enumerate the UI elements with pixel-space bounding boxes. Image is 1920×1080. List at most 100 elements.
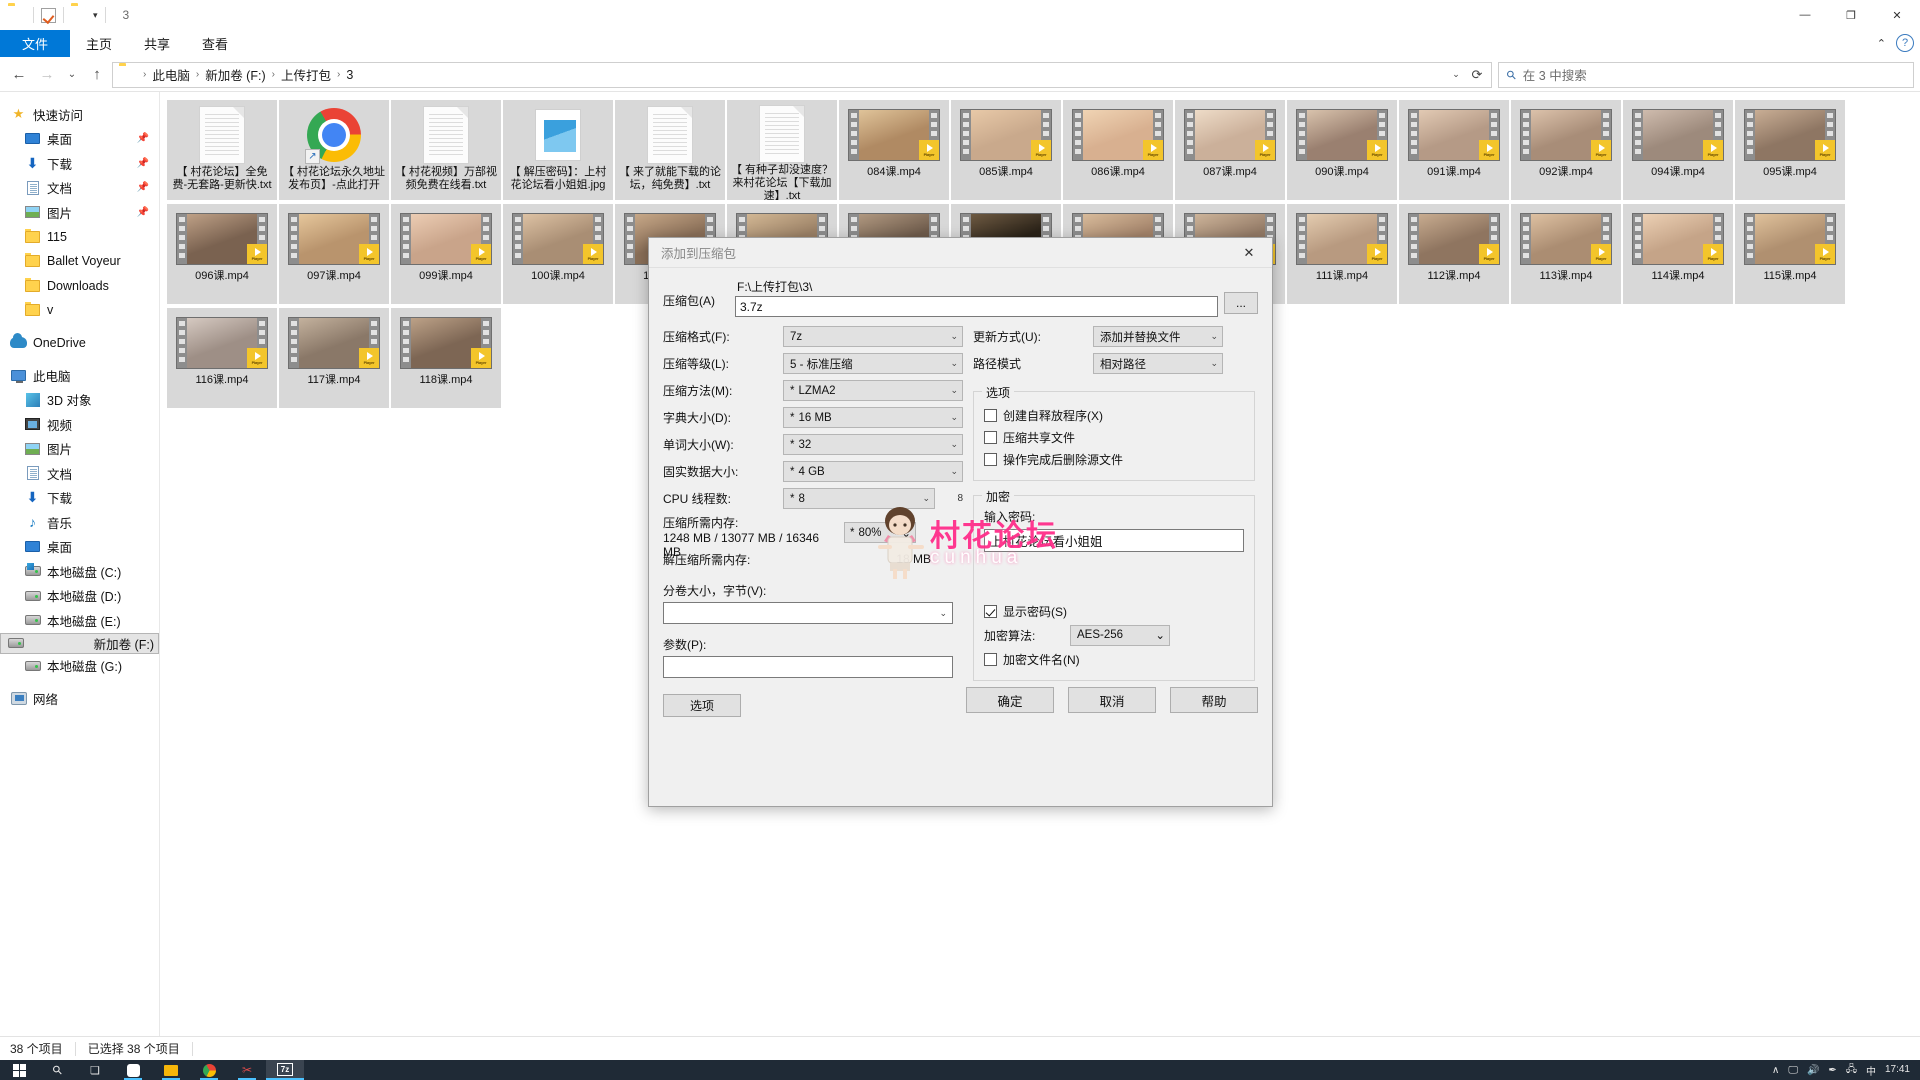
up-button[interactable]: ↑ xyxy=(84,62,110,88)
sidebar-item-downloads-folder[interactable]: Downloads xyxy=(0,274,159,299)
monitor-icon[interactable]: 🖵 xyxy=(1788,1065,1798,1076)
ime-indicator[interactable]: 中 xyxy=(1866,1063,1876,1078)
archive-format-select[interactable]: 7z ⌄ xyxy=(783,326,963,347)
sidebar-item-drive-e[interactable]: 本地磁盘 (E:) xyxy=(0,608,159,633)
sidebar-item-drive-f[interactable]: 新加卷 (F:) xyxy=(0,633,159,654)
file-tile[interactable]: Player084课.mp4 xyxy=(839,100,949,200)
file-tile[interactable]: Player091课.mp4 xyxy=(1399,100,1509,200)
encryption-method-select[interactable]: AES-256 ⌄ xyxy=(1070,625,1170,646)
file-tile[interactable]: Player099课.mp4 xyxy=(391,204,501,304)
tray-chevron-icon[interactable]: ∧ xyxy=(1772,1065,1779,1076)
app-button-1[interactable] xyxy=(114,1060,152,1080)
sidebar-item-music[interactable]: ♪ 音乐 xyxy=(0,510,159,535)
chrome-button[interactable] xyxy=(190,1060,228,1080)
file-tile[interactable]: Player095课.mp4 xyxy=(1735,100,1845,200)
task-view-button[interactable]: ❏ xyxy=(76,1060,114,1080)
sidebar-item-videos[interactable]: 视频 xyxy=(0,412,159,437)
forward-button[interactable]: → xyxy=(34,62,60,88)
sidebar-item-drive-g[interactable]: 本地磁盘 (G:) xyxy=(0,654,159,679)
seven-zip-button[interactable]: 7z xyxy=(266,1060,304,1080)
quick-access-toolbar[interactable]: ▾ 3 xyxy=(0,0,129,30)
file-tile[interactable]: ↗【 村花论坛永久地址发布页】-点此打开 xyxy=(279,100,389,200)
refresh-icon[interactable]: ⟳ xyxy=(1467,63,1487,87)
file-tile[interactable]: Player112课.mp4 xyxy=(1399,204,1509,304)
file-tile[interactable]: Player115课.mp4 xyxy=(1735,204,1845,304)
checkbox-show-password[interactable]: 显示密码(S) xyxy=(984,600,1244,622)
cancel-button[interactable]: 取消 xyxy=(1068,687,1156,713)
file-tile[interactable]: 【 村花视频】万部视频免费在线看.txt xyxy=(391,100,501,200)
sidebar-item-3d-objects[interactable]: 3D 对象 xyxy=(0,388,159,413)
compression-method-select[interactable]: *LZMA2 ⌄ xyxy=(783,380,963,401)
tab-home[interactable]: 主页 xyxy=(70,30,128,57)
customize-caret-icon[interactable]: ▾ xyxy=(93,10,98,21)
sidebar-item-documents-pc[interactable]: 文档 xyxy=(0,461,159,486)
file-tile[interactable]: Player092课.mp4 xyxy=(1511,100,1621,200)
file-tile[interactable]: 【 解压密码】：上村花论坛看小姐姐.jpg xyxy=(503,100,613,200)
volume-icon[interactable]: 🔊 xyxy=(1807,1065,1819,1076)
file-tile[interactable]: Player100课.mp4 xyxy=(503,204,613,304)
recent-locations-icon[interactable]: ⌄ xyxy=(62,62,82,88)
new-folder-icon[interactable] xyxy=(71,6,89,24)
pin-icon[interactable]: 📌 xyxy=(137,158,149,169)
maximize-button[interactable]: ❐ xyxy=(1828,0,1874,30)
dialog-close-button[interactable]: ✕ xyxy=(1232,240,1266,266)
update-mode-select[interactable]: 添加并替换文件 ⌄ xyxy=(1093,326,1223,347)
file-tile[interactable]: Player097课.mp4 xyxy=(279,204,389,304)
sidebar-group-quick-access[interactable]: ★ 快速访问 xyxy=(0,102,159,127)
file-tile[interactable]: Player118课.mp4 xyxy=(391,308,501,408)
file-tile[interactable]: Player094课.mp4 xyxy=(1623,100,1733,200)
sidebar-item-drive-d[interactable]: 本地磁盘 (D:) xyxy=(0,584,159,609)
pin-icon[interactable]: 📌 xyxy=(137,182,149,193)
ok-button[interactable]: 确定 xyxy=(966,687,1054,713)
checkbox-create-sfx[interactable]: 创建自释放程序(X) xyxy=(984,404,1244,426)
cpu-threads-select[interactable]: *8 ⌄ xyxy=(783,488,935,509)
file-tile[interactable]: 【 村花论坛】全免费-无套路-更新快.txt xyxy=(167,100,277,200)
browse-button[interactable]: ... xyxy=(1224,292,1258,314)
collapse-ribbon-icon[interactable]: ⌃ xyxy=(1877,37,1886,50)
pen-icon[interactable]: ✒ xyxy=(1828,1065,1836,1076)
close-button[interactable]: ✕ xyxy=(1874,0,1920,30)
checkbox-delete-after[interactable]: 操作完成后删除源文件 xyxy=(984,448,1244,470)
volume-size-combo[interactable]: ⌄ xyxy=(663,602,953,624)
file-tile[interactable]: Player087课.mp4 xyxy=(1175,100,1285,200)
sidebar-item-network[interactable]: 网络 xyxy=(0,686,159,711)
sidebar-item-ballet-voyeur[interactable]: Ballet Voyeur xyxy=(0,249,159,274)
word-size-select[interactable]: *32 ⌄ xyxy=(783,434,963,455)
help-button[interactable]: 帮助 xyxy=(1170,687,1258,713)
network-icon[interactable]: 🖧 xyxy=(1846,1062,1857,1079)
sidebar-item-pictures[interactable]: 图片 📌 xyxy=(0,200,159,225)
pin-icon[interactable]: 📌 xyxy=(137,207,149,218)
archive-name-input[interactable] xyxy=(735,296,1218,317)
file-tile[interactable]: Player114课.mp4 xyxy=(1623,204,1733,304)
file-explorer-button[interactable] xyxy=(152,1060,190,1080)
breadcrumb-item-3[interactable]: 3 xyxy=(343,66,356,84)
breadcrumb-item-0[interactable]: 此电脑 xyxy=(149,63,193,86)
clock[interactable]: 17:41 xyxy=(1885,1065,1910,1075)
file-tile[interactable]: Player113课.mp4 xyxy=(1511,204,1621,304)
file-tile[interactable]: 【 有种子却没速度？ 来村花论坛【下载加速】.txt xyxy=(727,100,837,200)
chevron-down-icon[interactable]: ⌄ xyxy=(1447,63,1465,87)
file-tile[interactable]: Player096课.mp4 xyxy=(167,204,277,304)
minimize-button[interactable]: — xyxy=(1782,0,1828,30)
compression-level-select[interactable]: 5 - 标准压缩 ⌄ xyxy=(783,353,963,374)
sidebar-item-this-pc[interactable]: 此电脑 xyxy=(0,363,159,388)
file-tile[interactable]: Player085课.mp4 xyxy=(951,100,1061,200)
checkbox-encrypt-filenames[interactable]: 加密文件名(N) xyxy=(984,648,1244,670)
file-tile[interactable]: Player111课.mp4 xyxy=(1287,204,1397,304)
path-mode-select[interactable]: 相对路径 ⌄ xyxy=(1093,353,1223,374)
properties-icon[interactable] xyxy=(41,8,56,23)
back-button[interactable]: ← xyxy=(6,62,32,88)
file-tile[interactable]: Player090课.mp4 xyxy=(1287,100,1397,200)
sidebar-item-downloads[interactable]: ⬇ 下载 📌 xyxy=(0,151,159,176)
search-box[interactable]: ⚲ 在 3 中搜索 xyxy=(1498,62,1914,88)
memory-percent-select[interactable]: *80% ⌄ xyxy=(844,522,916,543)
sidebar-item-drive-c[interactable]: 本地磁盘 (C:) xyxy=(0,559,159,584)
breadcrumb-item-1[interactable]: 新加卷 (F:) xyxy=(202,63,268,86)
sidebar-item-pictures-pc[interactable]: 图片 xyxy=(0,437,159,462)
start-button[interactable] xyxy=(0,1060,38,1080)
tab-file[interactable]: 文件 xyxy=(0,30,70,57)
folder-icon[interactable] xyxy=(8,6,26,24)
tab-share[interactable]: 共享 xyxy=(128,30,186,57)
sidebar-item-documents[interactable]: 文档 📌 xyxy=(0,176,159,201)
breadcrumb[interactable]: › 此电脑 › 新加卷 (F:) › 上传打包 › 3 ⌄ ⟳ xyxy=(112,62,1492,88)
